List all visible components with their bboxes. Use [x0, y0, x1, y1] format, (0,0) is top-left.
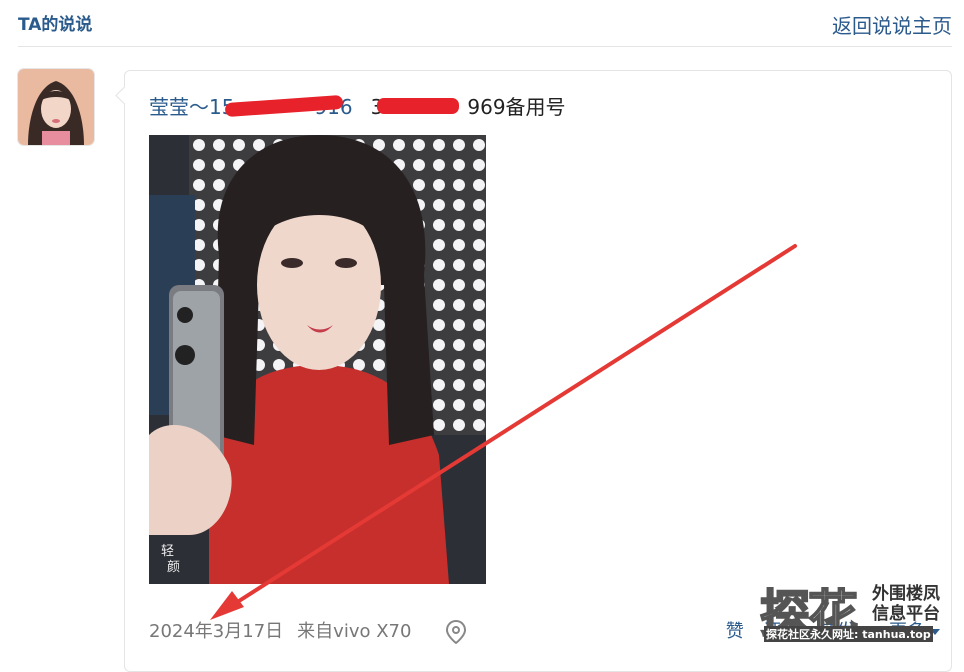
watermark-line-2: 信息平台: [872, 604, 940, 624]
photo-caption-1: 轻: [161, 544, 174, 559]
post-device: 来自vivo X70: [297, 621, 412, 642]
like-button[interactable]: 赞: [726, 621, 744, 642]
post-photo-image: 轻 颜: [149, 135, 486, 584]
post-photo[interactable]: 轻 颜: [149, 135, 486, 584]
post-meta: 2024年3月17日 来自vivo X70: [149, 617, 467, 644]
watermark-tagline: 外围楼凤 信息平台: [872, 584, 940, 624]
avatar[interactable]: [18, 69, 94, 145]
page-title: TA的说说: [18, 15, 93, 35]
author-name: 莹莹～15: [149, 95, 235, 119]
post-header: 莹莹～159163969备用号: [149, 91, 566, 120]
watermark-line-1: 外围楼凤: [872, 584, 940, 604]
avatar-image: [18, 69, 94, 145]
back-to-feed-link[interactable]: 返回说说主页: [832, 10, 952, 39]
post-date: 2024年3月17日: [149, 621, 284, 642]
watermark-url: 探花社区永久网址: tanhua.top: [764, 626, 933, 642]
photo-caption-2: 颜: [167, 559, 180, 575]
redaction-mark: [377, 98, 459, 114]
card-pointer: [115, 86, 134, 105]
location-pin-icon[interactable]: [445, 620, 467, 644]
site-watermark: 探花 外围楼凤 信息平台 探花社区永久网址: tanhua.top: [759, 580, 960, 645]
page-header: TA的说说 返回说说主页: [18, 0, 952, 47]
post-text-suffix: 969备用号: [467, 95, 566, 119]
